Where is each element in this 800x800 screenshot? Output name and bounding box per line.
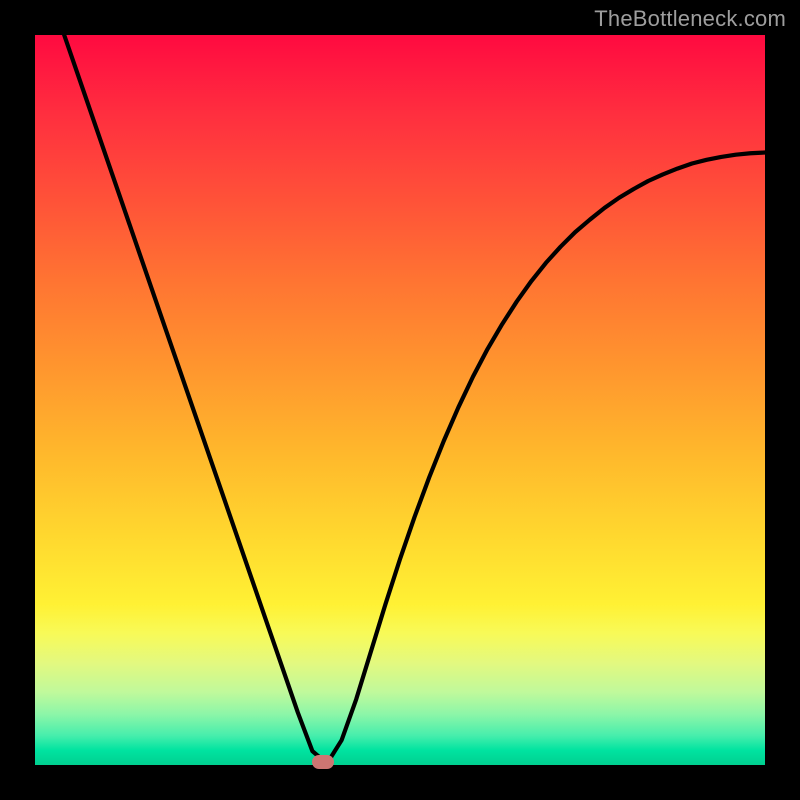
plot-area: [35, 35, 765, 765]
minimum-marker: [312, 755, 334, 769]
bottleneck-curve: [64, 35, 765, 764]
chart-frame: TheBottleneck.com: [0, 0, 800, 800]
curve-layer: [35, 35, 765, 765]
watermark-text: TheBottleneck.com: [594, 6, 786, 32]
